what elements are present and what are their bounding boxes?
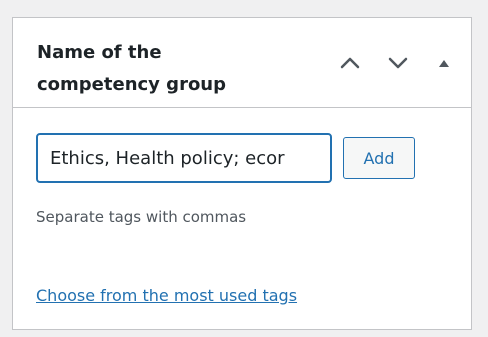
triangle-up-icon: [439, 59, 449, 67]
chevron-up-icon: [340, 57, 360, 69]
competency-group-metabox: Name of the competency group Add Separat…: [12, 17, 472, 330]
move-down-button[interactable]: [385, 50, 411, 76]
metabox-title: Name of the competency group: [37, 42, 227, 95]
chevron-down-icon: [388, 57, 408, 69]
most-used-tags-link[interactable]: Choose from the most used tags: [36, 286, 297, 305]
add-tag-button[interactable]: Add: [343, 137, 415, 179]
toggle-panel-button[interactable]: [431, 50, 457, 76]
separate-tags-hint: Separate tags with commas: [36, 208, 247, 226]
new-tag-input[interactable]: [36, 133, 332, 183]
move-up-button[interactable]: [337, 50, 363, 76]
metabox-header: Name of the competency group: [13, 18, 471, 108]
